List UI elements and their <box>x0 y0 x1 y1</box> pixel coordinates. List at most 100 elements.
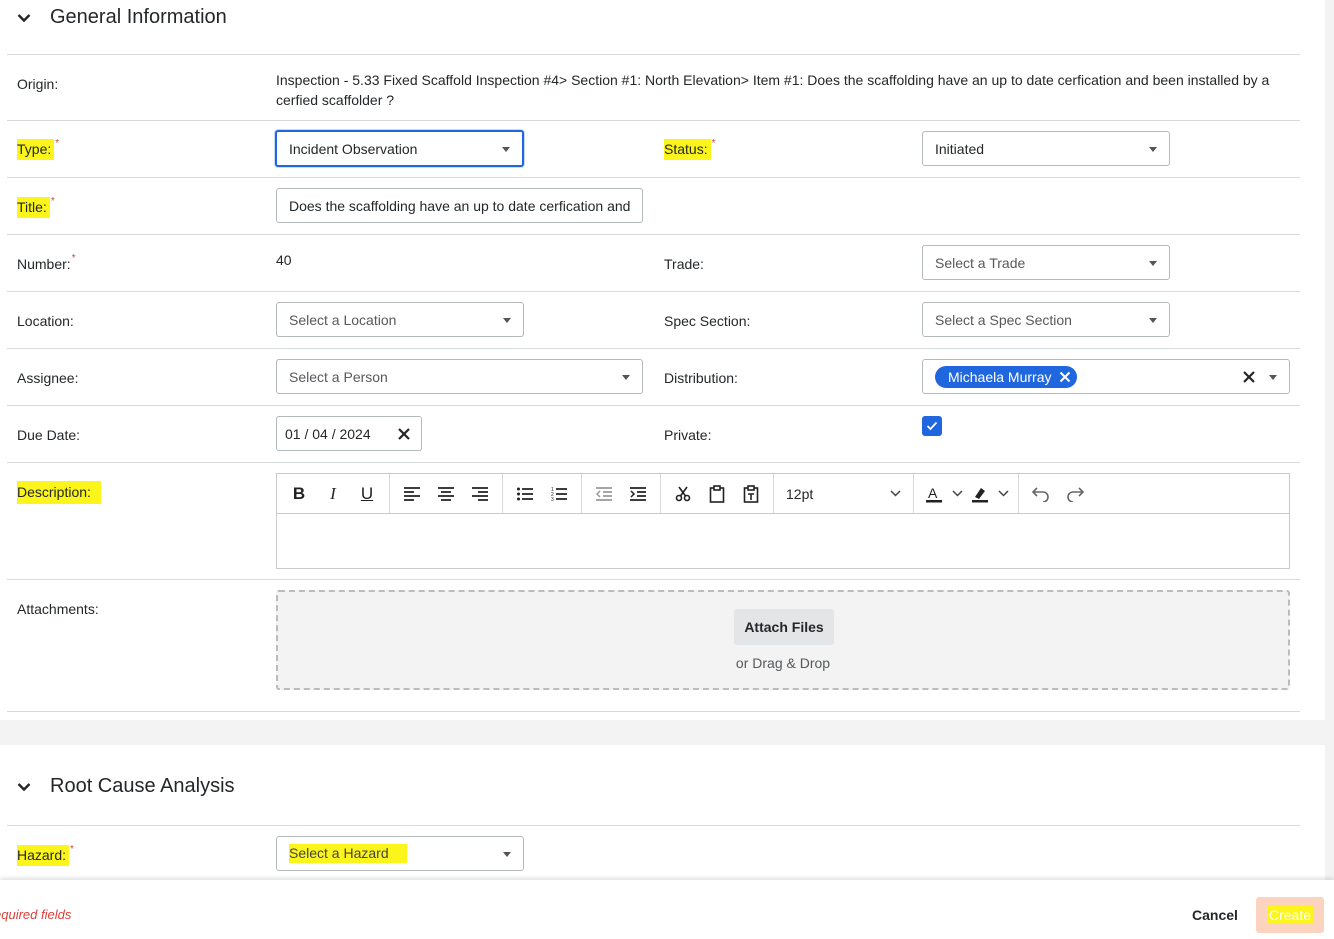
required-marker: * <box>55 138 60 149</box>
divider <box>7 825 1300 826</box>
create-button[interactable]: Create <box>1256 897 1324 933</box>
general-information-header[interactable]: General Information <box>16 6 227 29</box>
align-center-icon[interactable] <box>429 479 463 509</box>
chip-label: Michaela Murray <box>948 368 1052 385</box>
number-value: 40 <box>276 252 292 268</box>
title-input-value: Does the scaffolding have an up to date … <box>289 197 630 214</box>
editor-toolbar: B I U 123 12pt A <box>277 474 1289 514</box>
font-size-value: 12pt <box>786 485 814 502</box>
origin-value: Inspection - 5.33 Fixed Scaffold Inspect… <box>276 72 1270 108</box>
drag-drop-text: or Drag & Drop <box>735 655 831 671</box>
trade-select[interactable]: Select a Trade <box>922 245 1170 280</box>
distribution-label: Distribution: <box>664 370 738 386</box>
divider <box>7 177 1300 178</box>
location-placeholder: Select a Location <box>289 311 397 328</box>
type-select[interactable]: Incident Observation <box>275 130 524 167</box>
hazard-select[interactable]: Select a Hazard <box>276 836 524 871</box>
paste-icon[interactable] <box>700 479 734 509</box>
cut-icon[interactable] <box>666 479 700 509</box>
due-date-label: Due Date: <box>17 427 81 443</box>
spec-section-placeholder: Select a Spec Section <box>935 311 1072 328</box>
assignee-label: Assignee: <box>17 370 79 386</box>
status-label-text: Status: <box>664 139 711 160</box>
status-select-value: Initiated <box>935 140 985 157</box>
caret-down-icon <box>502 146 510 152</box>
caret-down-icon <box>503 851 511 857</box>
attach-files-button[interactable]: Attach Files <box>734 609 834 645</box>
private-checkbox[interactable] <box>922 416 942 436</box>
number-label-text: Number: <box>17 256 71 272</box>
root-cause-header[interactable]: Root Cause Analysis <box>16 775 235 798</box>
redo-icon[interactable] <box>1058 479 1092 509</box>
required-marker: * <box>50 196 55 207</box>
caret-down-icon <box>1269 374 1277 380</box>
chevron-down-icon[interactable] <box>994 490 1012 497</box>
chevron-down-icon[interactable] <box>16 10 32 26</box>
paste-text-icon[interactable] <box>734 479 768 509</box>
outdent-icon[interactable] <box>587 479 621 509</box>
type-select-value: Incident Observation <box>289 140 418 157</box>
number-label: Number:* <box>17 253 76 272</box>
distribution-chip: Michaela Murray <box>935 365 1078 388</box>
undo-icon[interactable] <box>1024 479 1058 509</box>
underline-icon[interactable]: U <box>350 479 384 509</box>
status-select[interactable]: Initiated <box>922 131 1170 166</box>
caret-down-icon <box>1149 260 1157 266</box>
divider <box>7 711 1300 712</box>
required-marker: * <box>711 138 716 149</box>
spec-section-select[interactable]: Select a Spec Section <box>922 302 1170 337</box>
caret-down-icon <box>1149 146 1157 152</box>
caret-down-icon <box>503 317 511 323</box>
create-button-label: Create <box>1266 906 1314 924</box>
type-label-text: Type: <box>17 139 55 160</box>
chevron-down-icon <box>890 490 901 497</box>
trade-placeholder: Select a Trade <box>935 254 1026 271</box>
caret-down-icon <box>622 374 630 380</box>
indent-group <box>582 474 661 513</box>
align-left-icon[interactable] <box>395 479 429 509</box>
location-label: Location: <box>17 313 74 329</box>
svg-text:A: A <box>928 485 938 501</box>
hazard-placeholder: Select a Hazard <box>289 844 407 863</box>
location-select[interactable]: Select a Location <box>276 302 524 337</box>
font-size-select[interactable]: 12pt <box>774 474 914 513</box>
description-label: Description: <box>17 481 101 504</box>
chip-remove-icon[interactable] <box>1059 371 1071 383</box>
assignee-select[interactable]: Select a Person <box>276 359 643 394</box>
attachments-dropzone[interactable]: Attach Files or Drag & Drop <box>276 590 1290 690</box>
list-group: 123 <box>503 474 582 513</box>
divider <box>7 234 1300 235</box>
numbered-list-icon[interactable]: 123 <box>542 479 576 509</box>
description-editor[interactable]: B I U 123 12pt A <box>276 473 1290 569</box>
chevron-down-icon[interactable] <box>16 779 32 795</box>
hazard-label-text: Hazard: <box>17 845 70 866</box>
description-label-text: Description: <box>17 481 101 504</box>
text-color-icon[interactable]: A <box>920 479 948 509</box>
chevron-down-icon[interactable] <box>948 490 966 497</box>
assignee-placeholder: Select a Person <box>289 368 388 385</box>
section-title: General Information <box>50 6 227 28</box>
required-marker: * <box>71 253 76 264</box>
highlight-color-icon[interactable] <box>966 479 994 509</box>
format-group: B I U <box>277 474 390 513</box>
italic-icon[interactable]: I <box>316 479 350 509</box>
align-group <box>390 474 503 513</box>
clear-icon[interactable] <box>1243 371 1255 383</box>
caret-down-icon <box>1149 317 1157 323</box>
clear-date-icon[interactable] <box>398 428 410 440</box>
divider <box>7 348 1300 349</box>
distribution-select[interactable]: Michaela Murray <box>922 359 1290 394</box>
section-title: Root Cause Analysis <box>50 775 235 797</box>
title-input[interactable]: Does the scaffolding have an up to date … <box>276 188 643 223</box>
attachments-label: Attachments: <box>17 601 99 617</box>
divider <box>7 405 1300 406</box>
align-right-icon[interactable] <box>463 479 497 509</box>
history-group <box>1019 474 1097 513</box>
type-label: Type: * <box>17 138 60 160</box>
indent-icon[interactable] <box>621 479 655 509</box>
bold-icon[interactable]: B <box>282 479 316 509</box>
divider <box>7 54 1300 55</box>
bullet-list-icon[interactable] <box>508 479 542 509</box>
due-date-input[interactable]: 01 / 04 / 2024 <box>276 416 422 451</box>
cancel-button[interactable]: Cancel <box>1192 907 1238 923</box>
